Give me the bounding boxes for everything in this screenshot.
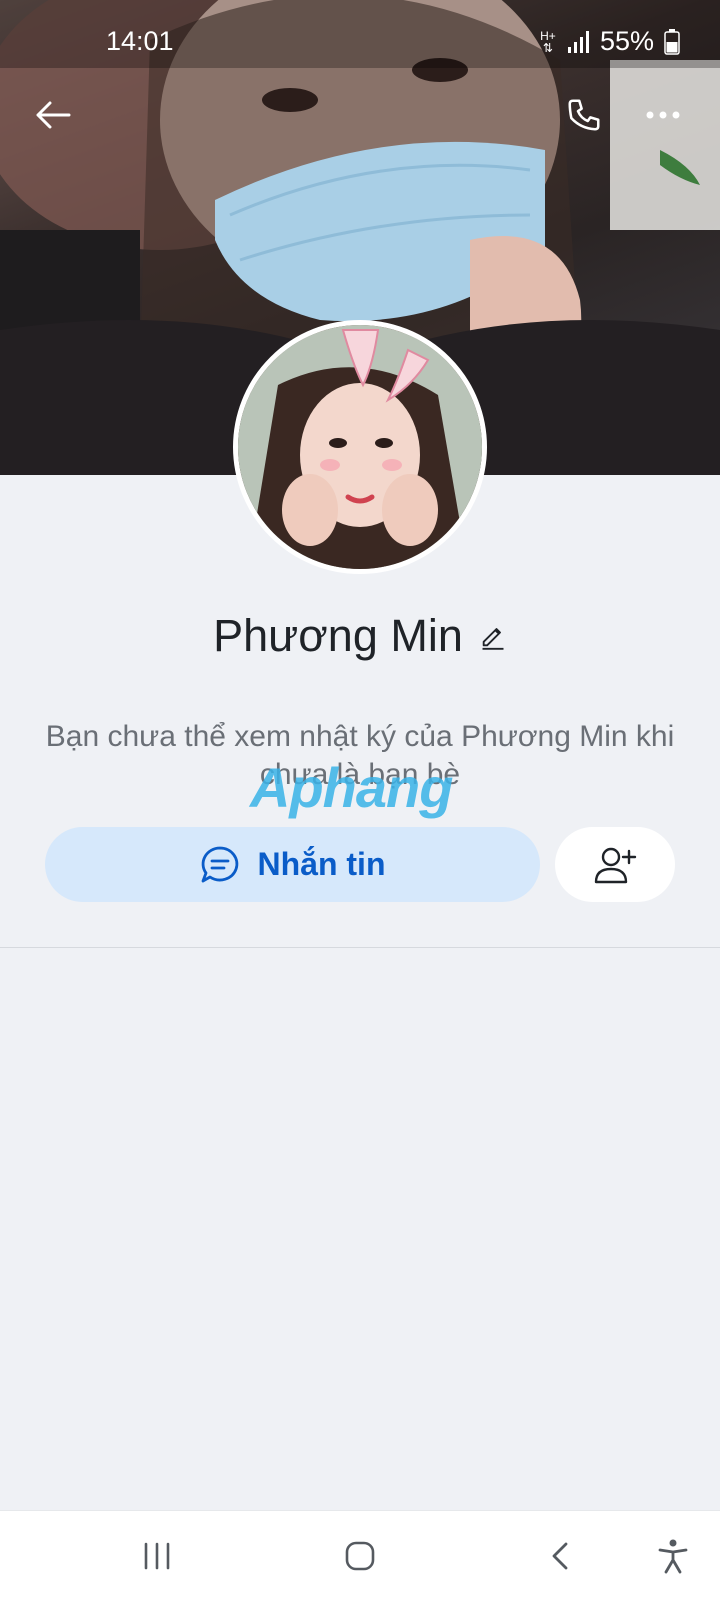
signal-icon — [567, 30, 589, 53]
more-button[interactable] — [636, 88, 690, 142]
more-dots-icon — [646, 111, 680, 119]
network-type-icon: H+ ⇅ — [540, 28, 556, 55]
accessibility-button[interactable] — [646, 1529, 700, 1583]
add-friend-icon — [594, 847, 637, 883]
profile-name-row: Phương Min — [0, 610, 720, 662]
section-divider — [0, 947, 720, 948]
home-button[interactable] — [333, 1529, 387, 1583]
recents-icon — [144, 1542, 170, 1570]
message-button[interactable]: Nhắn tin — [45, 827, 540, 902]
avatar[interactable] — [233, 320, 487, 574]
home-icon — [345, 1541, 375, 1571]
status-indicators: H+ ⇅ 55% — [540, 26, 680, 57]
system-back-button[interactable] — [533, 1529, 587, 1583]
back-button[interactable] — [26, 88, 80, 142]
avatar-photo — [238, 325, 482, 569]
status-bar: 14:01 H+ ⇅ 55% — [0, 0, 720, 68]
chevron-left-icon — [552, 1542, 568, 1570]
add-friend-button[interactable] — [555, 827, 675, 902]
status-time: 14:01 — [106, 26, 174, 56]
profile-screen: 14:01 H+ ⇅ 55% Phương Min Bạn chưa thể x… — [0, 0, 720, 1600]
chat-bubble-icon — [201, 846, 238, 882]
recents-button[interactable] — [130, 1529, 184, 1583]
profile-name: Phương Min — [213, 610, 463, 661]
pencil-icon[interactable] — [479, 622, 507, 650]
call-button[interactable] — [557, 88, 611, 142]
battery-level: 55% — [599, 26, 654, 56]
accessibility-icon — [658, 1539, 688, 1574]
network-type-label: H+ — [540, 28, 556, 43]
arrow-left-icon — [36, 101, 71, 129]
message-button-label: Nhắn tin — [257, 846, 386, 882]
system-nav-bar — [0, 1510, 720, 1600]
watermark: Aphang — [250, 755, 453, 820]
phone-icon — [568, 99, 600, 131]
watermark-text: Aphang — [250, 756, 453, 819]
battery-icon — [664, 28, 680, 55]
